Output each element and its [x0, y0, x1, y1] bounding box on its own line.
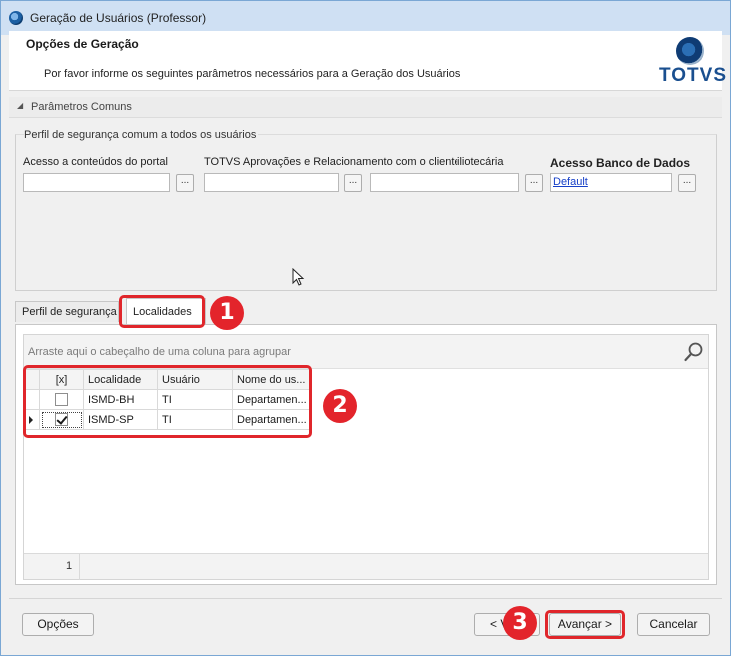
- field-label-biblioteca: iliotecária: [457, 156, 504, 168]
- field-label-aprovacoes: TOTVS Aprovações e Relacionamento com o …: [204, 156, 457, 168]
- app-icon: [9, 11, 23, 25]
- highlight-grid-rows: [23, 365, 312, 438]
- group-by-panel[interactable]: Arraste aqui o cabeçalho de uma coluna p…: [24, 335, 708, 369]
- mouse-cursor-icon: [292, 268, 305, 286]
- footer-divider: [79, 554, 80, 580]
- title-bar: Geração de Usuários (Professor): [1, 1, 730, 35]
- group-by-hint: Arraste aqui o cabeçalho de uma coluna p…: [28, 346, 291, 358]
- annotation-badge-3: 3: [503, 606, 537, 640]
- triangle-collapse-icon[interactable]: ◢: [17, 101, 23, 110]
- annotation-badge-1: 1: [210, 296, 244, 330]
- search-icon[interactable]: [683, 341, 705, 363]
- highlight-localidades-tab: [119, 295, 205, 328]
- page-title: Opções de Geração: [26, 37, 139, 51]
- biblioteca-input[interactable]: [370, 173, 519, 192]
- aprovacoes-input[interactable]: [204, 173, 339, 192]
- params-group-label: Perfil de segurança comum a todos os usu…: [24, 129, 259, 141]
- tab-perfil-seguranca[interactable]: Perfil de segurança: [15, 301, 119, 322]
- totvs-logo-text: TOTVS: [659, 65, 727, 86]
- biblioteca-browse-button[interactable]: ...: [525, 174, 543, 192]
- aprovacoes-browse-button[interactable]: ...: [344, 174, 362, 192]
- field-label-portal: Acesso a conteúdos do portal: [23, 156, 168, 168]
- annotation-badge-2: 2: [323, 389, 357, 423]
- portal-access-input[interactable]: [23, 173, 170, 192]
- field-label-banco-dados: Acesso Banco de Dados: [550, 156, 691, 170]
- grid-footer: 1: [24, 553, 708, 580]
- banco-dados-browse-button[interactable]: ...: [678, 174, 696, 192]
- page-subtitle: Por favor informe os seguintes parâmetro…: [44, 68, 461, 80]
- banco-dados-input[interactable]: Default: [550, 173, 672, 192]
- banco-dados-value-link[interactable]: Default: [553, 176, 588, 188]
- footer-divider-line: [9, 598, 722, 599]
- totvs-logo-icon: [676, 37, 704, 65]
- main-window: Geração de Usuários (Professor) Opções d…: [0, 0, 731, 656]
- options-button[interactable]: Opções: [22, 613, 94, 636]
- totvs-logo: TOTVS: [659, 37, 726, 89]
- wizard-header: Opções de Geração Por favor informe os s…: [9, 31, 726, 91]
- tab-bar: Perfil de segurança Localidades: [9, 297, 722, 325]
- section-label: Parâmetros Comuns: [31, 101, 132, 113]
- cancel-button[interactable]: Cancelar: [637, 613, 710, 636]
- grid-row-count: 1: [66, 560, 73, 572]
- section-header-parametros[interactable]: ◢ Parâmetros Comuns: [9, 97, 722, 118]
- portal-browse-button[interactable]: ...: [176, 174, 194, 192]
- highlight-next-button: [545, 610, 625, 639]
- window-title: Geração de Usuários (Professor): [30, 11, 207, 25]
